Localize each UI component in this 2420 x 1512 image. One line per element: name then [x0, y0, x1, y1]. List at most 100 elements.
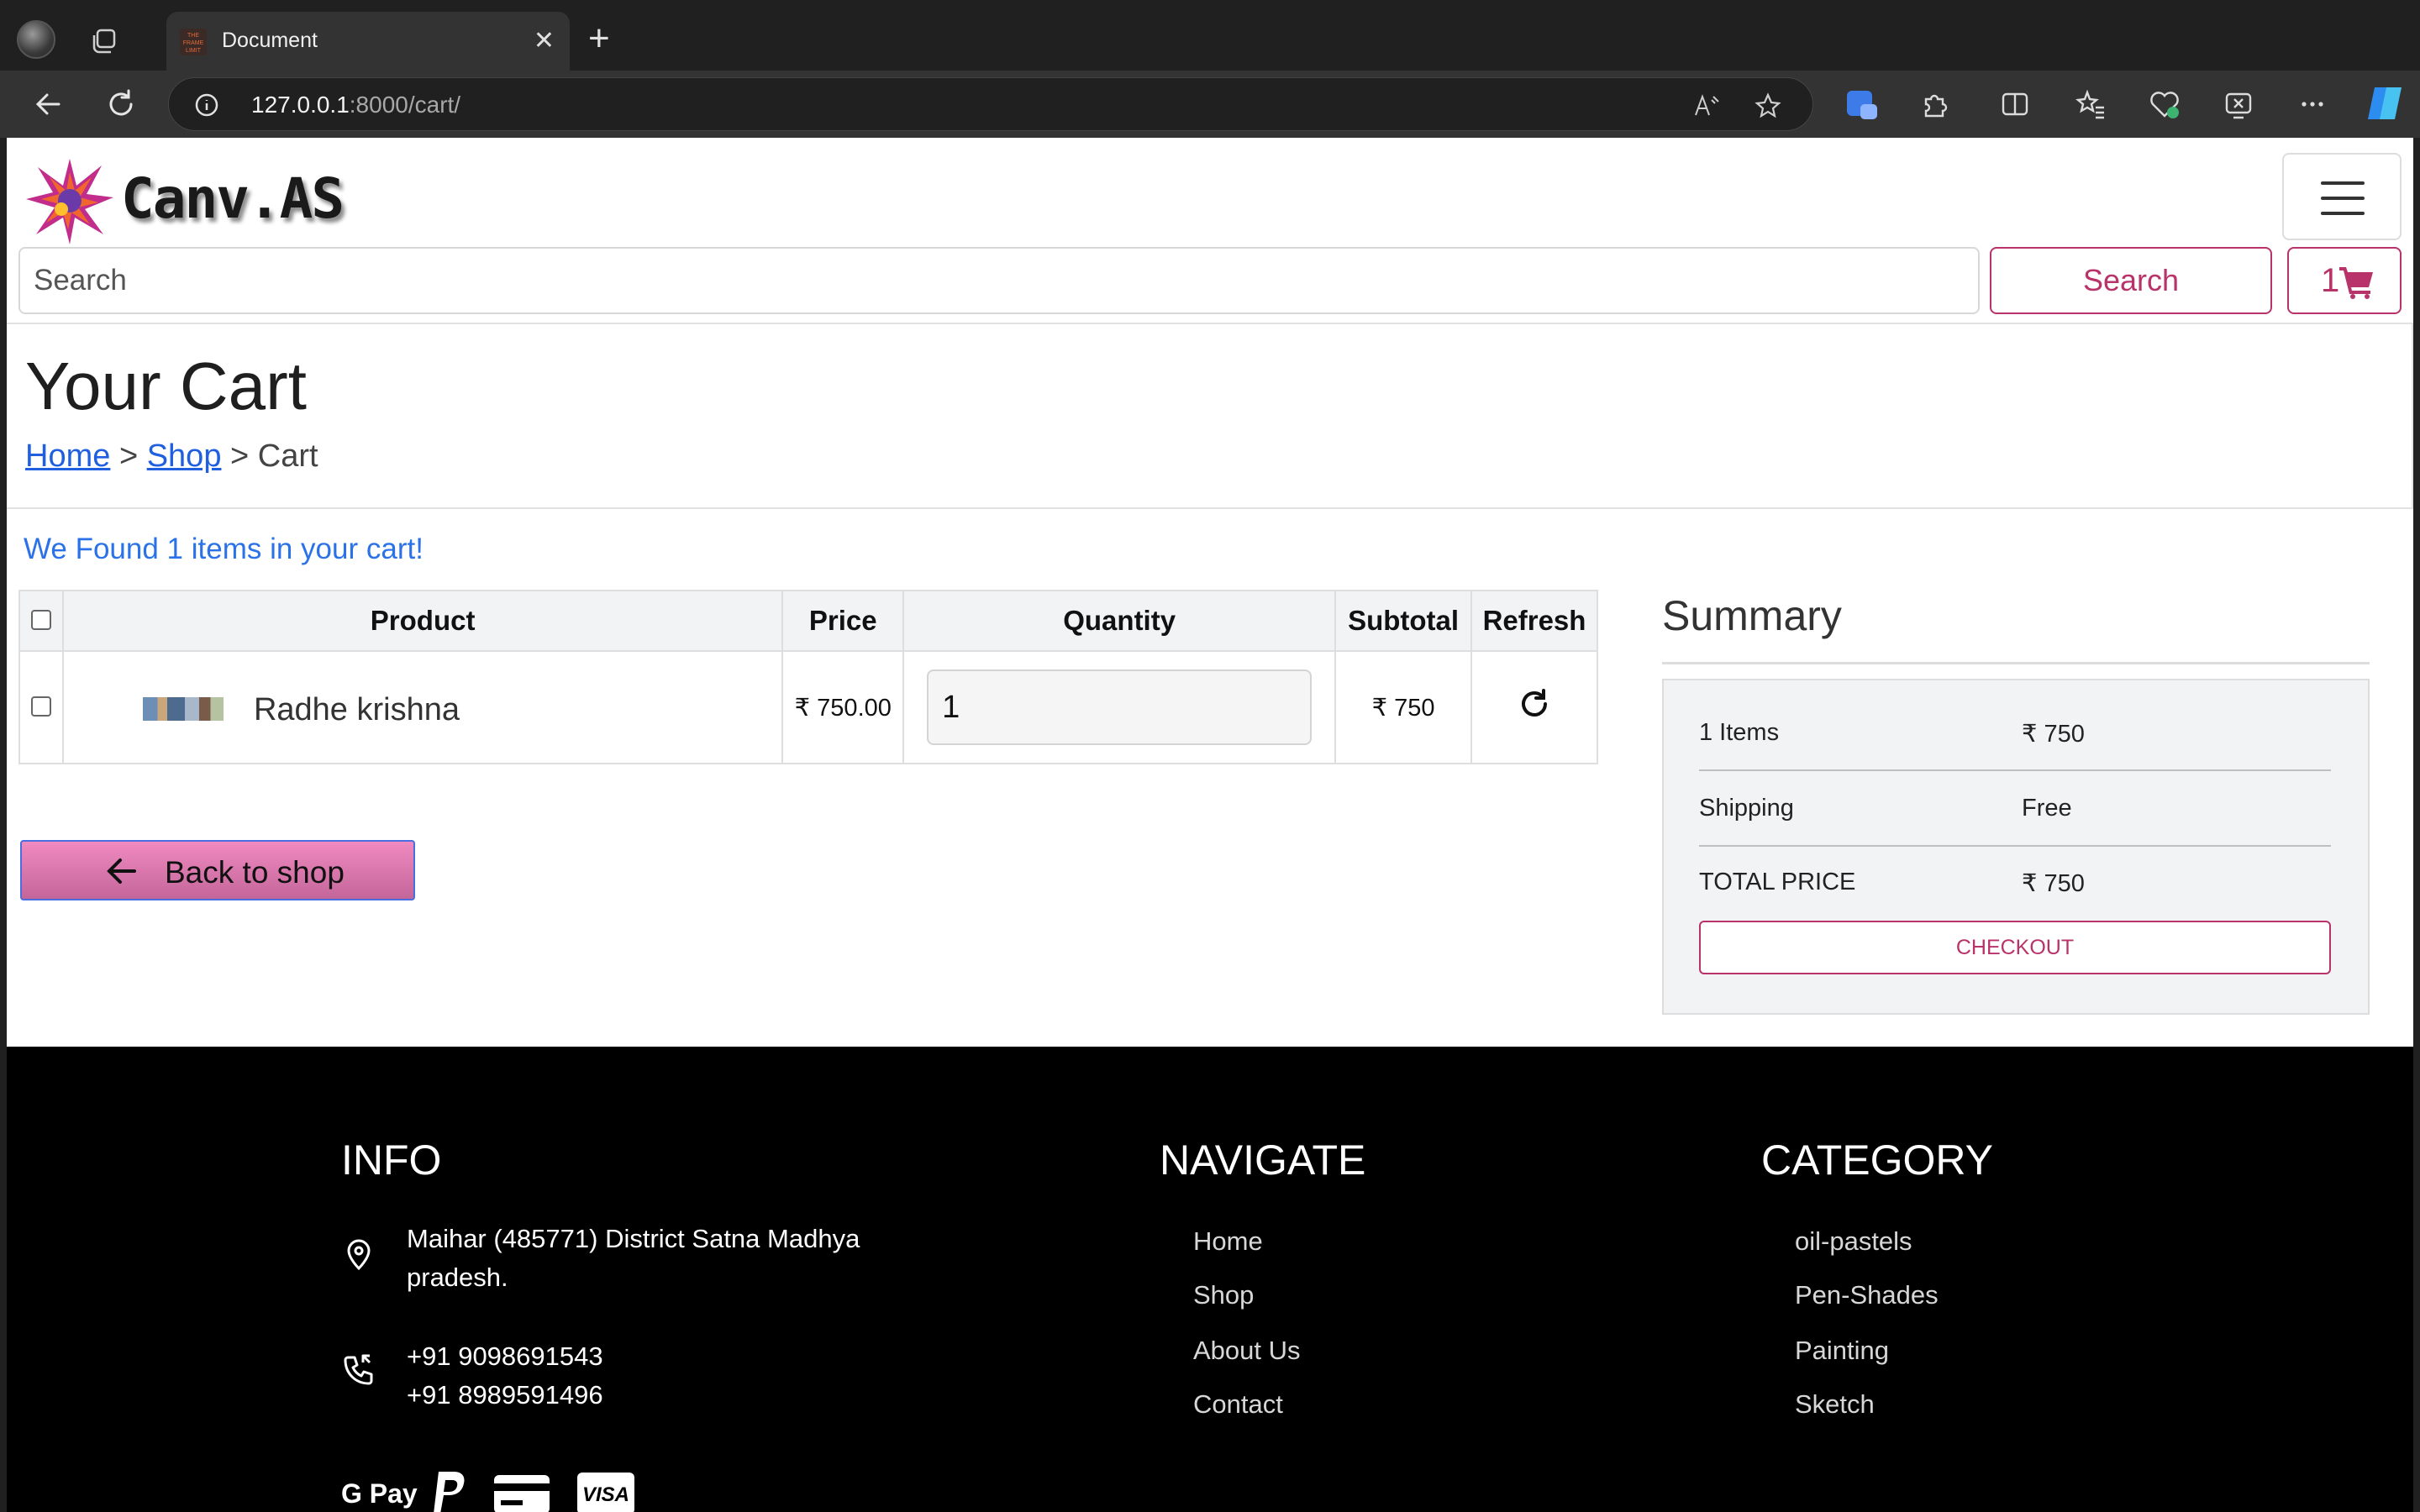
table-row: Radhe krishna ₹ 750.00 ₹ 750 — [18, 650, 1598, 764]
screenshot-icon[interactable] — [2222, 87, 2255, 121]
visa-icon: VISA — [577, 1473, 634, 1512]
shopping-cart-icon — [2339, 267, 2373, 299]
copilot-icon[interactable] — [2363, 84, 2407, 123]
google-pay-icon: G Pay — [341, 1478, 418, 1509]
back-arrow-icon[interactable] — [30, 86, 67, 123]
summary-value: Free — [2022, 795, 2072, 822]
site-navbar: Canv.AS Search 1 — [7, 138, 2413, 323]
footer-category-pen-shades[interactable]: Pen-Shades — [1795, 1280, 1939, 1310]
tab-favicon-icon: THE FRAME LIMIT — [180, 29, 207, 55]
column-header-price: Price — [781, 590, 905, 652]
summary-row-items: 1 Items ₹ 750 — [1699, 680, 2331, 754]
more-options-icon[interactable] — [2296, 87, 2329, 121]
summary-panel: 1 Items ₹ 750 Shipping Free TOTAL PRICE … — [1662, 679, 2370, 1015]
brand-logo-icon[interactable] — [24, 155, 116, 247]
hamburger-menu-button[interactable] — [2282, 153, 2402, 240]
profile-avatar[interactable] — [17, 20, 55, 59]
search-input[interactable] — [18, 247, 1980, 314]
read-aloud-icon[interactable] — [1691, 92, 1720, 120]
product-subtotal: ₹ 750 — [1334, 650, 1473, 764]
cart-table-header: Product Price Quantity Subtotal Refresh — [18, 590, 1598, 652]
summary-row-shipping: Shipping Free — [1699, 756, 2331, 830]
breadcrumb: Home > Shop > Cart — [25, 438, 318, 475]
phone-number[interactable]: +91 9098691543 — [407, 1337, 603, 1376]
extensions-puzzle-icon[interactable] — [1919, 87, 1953, 121]
summary-value: ₹ 750 — [2022, 721, 2085, 748]
row-checkbox[interactable] — [30, 696, 51, 717]
product-name[interactable]: Radhe krishna — [254, 692, 460, 728]
summary-label: TOTAL PRICE — [1699, 869, 1856, 895]
footer-link-shop[interactable]: Shop — [1193, 1280, 1254, 1310]
breadcrumb-separator: > — [230, 438, 250, 474]
address-line: Maihar (485771) District Satna Madhya — [407, 1224, 860, 1253]
product-thumbnail[interactable] — [142, 697, 224, 721]
breadcrumb-shop-link[interactable]: Shop — [147, 438, 222, 474]
cart-table: Product Price Quantity Subtotal Refresh … — [18, 590, 1598, 764]
footer-link-contact[interactable]: Contact — [1193, 1389, 1283, 1420]
page-header: Your Cart Home > Shop > Cart — [7, 323, 2413, 509]
tab-title: Document — [222, 29, 318, 52]
summary-label: Shipping — [1699, 795, 1794, 822]
cart-button[interactable]: 1 — [2287, 247, 2402, 314]
column-header-refresh: Refresh — [1470, 590, 1598, 652]
reload-icon[interactable] — [103, 86, 139, 123]
product-price: ₹ 750.00 — [781, 650, 905, 764]
browser-tab[interactable]: THE FRAME LIMIT Document ✕ — [166, 12, 570, 71]
search-button[interactable]: Search — [1990, 247, 2272, 314]
select-all-cell — [18, 590, 64, 652]
product-cell: Radhe krishna — [61, 650, 784, 764]
summary-label: 1 Items — [1699, 719, 1780, 746]
back-to-shop-button[interactable]: Back to shop — [20, 840, 415, 900]
tab-actions-icon[interactable] — [87, 25, 121, 59]
footer-category-painting[interactable]: Painting — [1795, 1336, 1889, 1366]
back-to-shop-label: Back to shop — [165, 855, 345, 890]
favorites-icon[interactable] — [2074, 87, 2107, 121]
column-header-subtotal: Subtotal — [1334, 590, 1473, 652]
summary-title: Summary — [1662, 592, 1842, 639]
column-header-product: Product — [61, 590, 784, 652]
select-all-checkbox[interactable] — [30, 610, 51, 630]
refresh-icon[interactable] — [1518, 687, 1551, 721]
footer-category-oil-pastels[interactable]: oil-pastels — [1795, 1226, 1912, 1257]
site-info-icon[interactable] — [194, 92, 219, 118]
checkout-button[interactable]: CHECKOUT — [1699, 921, 2331, 974]
close-tab-icon[interactable]: ✕ — [534, 29, 555, 54]
footer-link-home[interactable]: Home — [1193, 1226, 1263, 1257]
new-tab-icon[interactable]: + — [588, 20, 610, 57]
phone-number[interactable]: +91 8989591496 — [407, 1376, 603, 1415]
footer-category-heading: CATEGORY — [1761, 1137, 1993, 1184]
breadcrumb-current: Cart — [257, 438, 318, 474]
visa-label: VISA — [582, 1483, 629, 1506]
arrow-left-icon — [107, 858, 136, 884]
extension-badge-icon[interactable] — [1845, 87, 1879, 121]
page-title: Your Cart — [25, 349, 307, 423]
web-page: Canv.AS Search 1 Your Cart Home > Shop >… — [7, 138, 2413, 1512]
summary-row-total: TOTAL PRICE ₹ 750 — [1699, 830, 2331, 904]
split-screen-icon[interactable] — [1998, 87, 2032, 121]
brand-name[interactable]: Canv.AS — [121, 166, 345, 231]
url-text[interactable]: 127.0.0.1:8000/cart/ — [251, 92, 460, 118]
quantity-input[interactable] — [927, 669, 1313, 745]
footer-info-heading: INFO — [341, 1137, 442, 1184]
column-header-quantity: Quantity — [902, 590, 1337, 652]
quantity-cell — [902, 650, 1337, 764]
footer-category-sketch[interactable]: Sketch — [1795, 1389, 1875, 1420]
paypal-icon — [434, 1472, 465, 1512]
breadcrumb-home-link[interactable]: Home — [25, 438, 110, 474]
row-select-cell — [18, 650, 64, 764]
favorite-star-icon[interactable] — [1754, 92, 1782, 120]
summary-value: ₹ 750 — [2022, 870, 2085, 897]
breadcrumb-separator: > — [118, 438, 139, 474]
address-bar[interactable]: 127.0.0.1:8000/cart/ — [168, 77, 1813, 131]
cart-count-message: We Found 1 items in your cart! — [24, 533, 424, 565]
payment-methods: G Pay VISA — [341, 1470, 644, 1512]
browser-tab-bar: THE FRAME LIMIT Document ✕ + — [0, 0, 2420, 71]
footer-link-about[interactable]: About Us — [1193, 1336, 1301, 1366]
address-line: pradesh. — [407, 1263, 508, 1292]
site-footer: INFO Maihar (485771) District Satna Madh… — [7, 1047, 2413, 1512]
browser-toolbar: 127.0.0.1:8000/cart/ — [0, 71, 2420, 138]
browser-essentials-icon[interactable] — [2148, 87, 2181, 121]
footer-address: Maihar (485771) District Satna Madhya pr… — [407, 1220, 860, 1297]
footer-phones: +91 9098691543 +91 8989591496 — [407, 1337, 603, 1415]
cart-count: 1 — [2321, 262, 2340, 299]
